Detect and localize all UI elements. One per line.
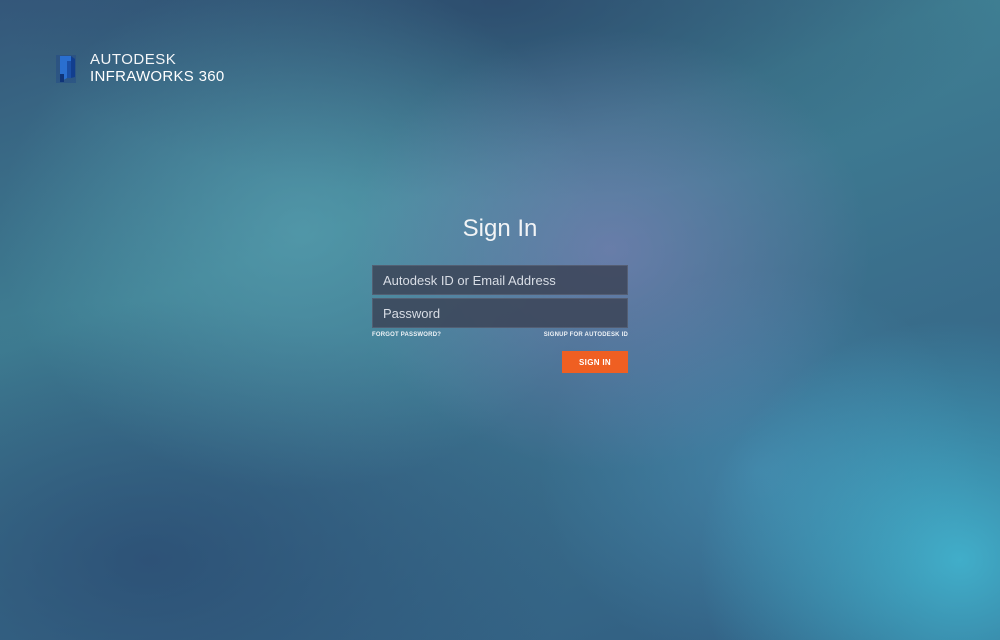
company-name: AUTODESK xyxy=(90,51,177,68)
sign-in-button[interactable]: SIGN IN xyxy=(562,351,628,373)
product-name: INFRAWORKS 360 xyxy=(90,68,225,85)
password-field[interactable] xyxy=(372,298,628,328)
email-field[interactable] xyxy=(372,265,628,295)
infraworks-logo-icon xyxy=(56,55,76,83)
app-logo: AUTODESK INFRAWORKS 360 xyxy=(56,52,225,84)
page-title: Sign In xyxy=(462,215,538,242)
logo-text: AUTODESK INFRAWORKS 360 xyxy=(90,52,225,84)
signup-link[interactable]: SIGNUP FOR AUTODESK ID xyxy=(544,332,628,338)
forgot-password-link[interactable]: FORGOT PASSWORD? xyxy=(372,332,441,338)
